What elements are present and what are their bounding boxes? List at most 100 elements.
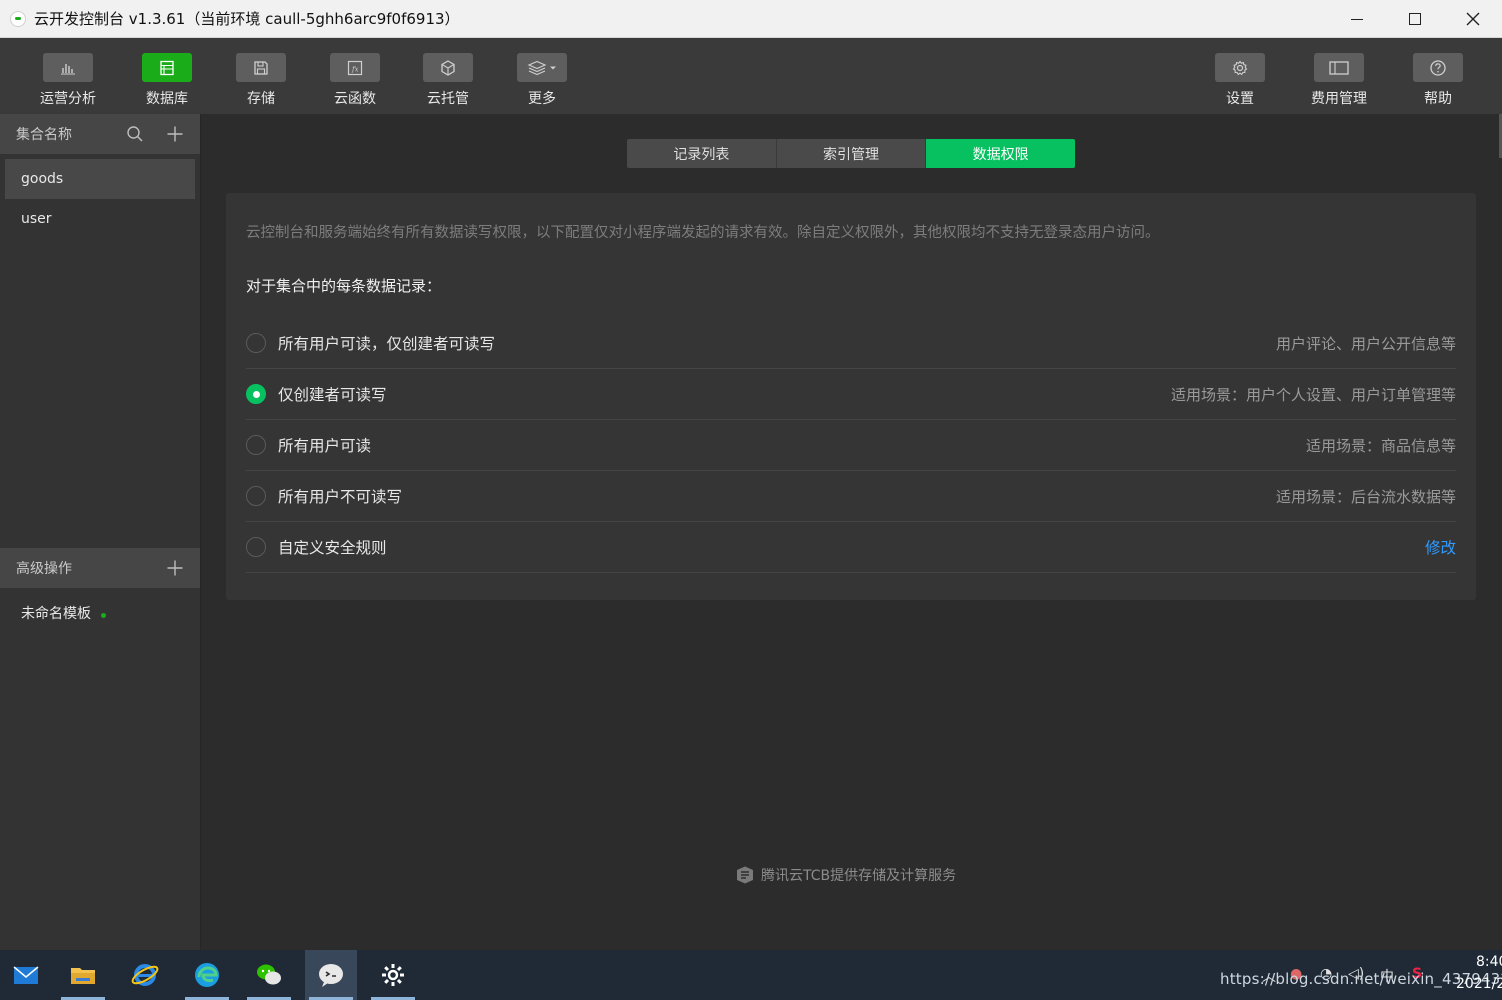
toolbar-cloud-hosting-label: 云托管 (427, 91, 469, 107)
add-collection-icon[interactable] (166, 125, 184, 143)
layers-icon (527, 60, 556, 75)
toolbar-storage-box (236, 53, 286, 82)
collections-sidebar: 集合名称 goods user 高级操作 未命名模板 (0, 114, 200, 950)
window-controls (1328, 0, 1502, 38)
toolbar-help-label: 帮助 (1424, 91, 1452, 107)
toolbar-cloud-hosting[interactable]: 云托管 (408, 53, 488, 108)
advanced-header: 高级操作 (0, 548, 200, 588)
toolbar-billing[interactable]: 费用管理 (1299, 53, 1379, 108)
toolbar-settings-label: 设置 (1226, 91, 1254, 107)
cube-icon (441, 59, 455, 76)
toolbar-database-label: 数据库 (146, 91, 188, 107)
mail-icon (13, 966, 39, 984)
permission-option[interactable]: 所有用户不可读写 适用场景：后台流水数据等 (246, 471, 1456, 522)
search-icon[interactable] (126, 125, 144, 143)
app-logo-icon (10, 10, 26, 27)
template-status-dot (101, 612, 106, 618)
taskbar-wechat-devtools[interactable] (305, 950, 357, 1000)
main-content: 记录列表 索引管理 数据权限 云控制台和服务端始终有所有数据读写权限，以下配置仅… (201, 114, 1502, 950)
clock-date[interactable]: 2021/2 (1456, 976, 1502, 992)
radio-button[interactable] (246, 486, 266, 506)
tcb-footer: 腾讯云TCB提供存储及计算服务 (735, 865, 956, 885)
toolbar-billing-label: 费用管理 (1311, 91, 1367, 107)
toolbar-analytics-box (43, 53, 93, 82)
tencent-cloud-logo-icon (737, 866, 753, 884)
permission-option[interactable]: 仅创建者可读写 适用场景：用户个人设置、用户订单管理等 (246, 369, 1456, 420)
wechat-devtools-icon (319, 964, 343, 987)
clock-time[interactable]: 8:40 (1476, 954, 1502, 970)
permission-option-desc: 用户评论、用户公开信息等 (1275, 334, 1456, 353)
radio-button-checked[interactable] (246, 384, 266, 404)
svg-text:fx: fx (351, 65, 359, 73)
edge-icon (195, 963, 219, 987)
collection-item-goods[interactable]: goods (5, 159, 195, 199)
taskbar-settings[interactable] (367, 950, 419, 1000)
permissions-subtitle: 对于集合中的每条数据记录： (246, 277, 442, 295)
title-bar: 云开发控制台 v1.3.61（当前环境 caull-5ghh6arc9f0f69… (0, 0, 1502, 38)
template-item[interactable]: 未命名模板 (0, 598, 200, 628)
toolbar-billing-box (1314, 53, 1364, 82)
permission-option-label: 仅创建者可读写 (278, 386, 387, 404)
toolbar-cloud-function-label: 云函数 (334, 91, 376, 107)
close-icon (1466, 12, 1480, 26)
function-icon: fx (347, 60, 363, 75)
toolbar-storage-label: 存储 (247, 91, 275, 107)
toolbar-help[interactable]: 帮助 (1398, 53, 1478, 108)
maximize-button[interactable] (1386, 0, 1444, 38)
toolbar-database-box (142, 53, 192, 82)
permission-option-label: 自定义安全规则 (278, 539, 387, 557)
toolbar-analytics[interactable]: 运营分析 (28, 53, 108, 108)
toolbar-more-label: 更多 (528, 91, 556, 107)
advanced-header-label: 高级操作 (16, 561, 72, 577)
tcb-footer-text: 腾讯云TCB提供存储及计算服务 (761, 868, 957, 884)
permission-option-desc: 适用场景：用户个人设置、用户订单管理等 (1170, 385, 1456, 404)
toolbar-database[interactable]: 数据库 (127, 53, 207, 108)
tab-data-permissions[interactable]: 数据权限 (926, 139, 1075, 168)
app-window: 云开发控制台 v1.3.61（当前环境 caull-5ghh6arc9f0f69… (0, 0, 1502, 1000)
database-icon (160, 60, 174, 75)
taskbar-internet-explorer[interactable] (119, 950, 171, 1000)
edit-rules-link[interactable]: 修改 (1425, 536, 1456, 558)
permission-option-label: 所有用户可读，仅创建者可读写 (278, 335, 496, 353)
toolbar-more-box (517, 53, 567, 82)
permission-option[interactable]: 自定义安全规则 修改 (246, 522, 1456, 573)
template-item-label: 未命名模板 (21, 606, 91, 622)
main-toolbar: 运营分析 数据库 存储 fx 云函数 云托管 更多 设置 费用管理 帮助 (0, 38, 1502, 114)
radio-button[interactable] (246, 333, 266, 353)
toolbar-help-box (1413, 53, 1463, 82)
close-button[interactable] (1444, 0, 1502, 38)
toolbar-settings[interactable]: 设置 (1200, 53, 1280, 108)
taskbar-file-explorer[interactable] (57, 950, 109, 1000)
collection-item-user[interactable]: user (5, 199, 195, 239)
permission-option[interactable]: 所有用户可读 适用场景：商品信息等 (246, 420, 1456, 471)
tab-index-management[interactable]: 索引管理 (776, 139, 927, 168)
taskbar-mail[interactable] (0, 950, 52, 1000)
taskbar-edge[interactable] (181, 950, 233, 1000)
maximize-icon (1409, 13, 1421, 25)
window-title: 云开发控制台 v1.3.61（当前环境 caull-5ghh6arc9f0f69… (34, 10, 460, 28)
toolbar-more[interactable]: 更多 (502, 53, 582, 108)
toolbar-cloud-hosting-box (423, 53, 473, 82)
file-explorer-icon (71, 968, 95, 984)
bar-chart-icon (61, 63, 75, 74)
toolbar-cloud-function-box: fx (330, 53, 380, 82)
permission-option[interactable]: 所有用户可读，仅创建者可读写 用户评论、用户公开信息等 (246, 318, 1456, 369)
minimize-button[interactable] (1328, 0, 1386, 38)
toolbar-storage[interactable]: 存储 (221, 53, 301, 108)
radio-button[interactable] (246, 435, 266, 455)
permission-option-desc: 适用场景：后台流水数据等 (1275, 487, 1456, 506)
permissions-notice: 云控制台和服务端始终有所有数据读写权限，以下配置仅对小程序端发起的请求有效。除自… (246, 225, 1160, 241)
settings-icon (382, 964, 404, 986)
wechat-icon (257, 964, 281, 985)
radio-button[interactable] (246, 537, 266, 557)
tab-record-list[interactable]: 记录列表 (627, 139, 777, 168)
collections-header: 集合名称 (0, 114, 200, 154)
content-tabs: 记录列表 索引管理 数据权限 (627, 139, 1075, 168)
permissions-panel: 云控制台和服务端始终有所有数据读写权限，以下配置仅对小程序端发起的请求有效。除自… (226, 193, 1476, 600)
add-template-icon[interactable] (166, 559, 184, 577)
collections-header-label: 集合名称 (16, 127, 72, 143)
permission-option-desc: 适用场景：商品信息等 (1305, 436, 1456, 455)
toolbar-cloud-function[interactable]: fx 云函数 (315, 53, 395, 108)
toolbar-settings-box (1215, 53, 1265, 82)
taskbar-wechat[interactable] (243, 950, 295, 1000)
